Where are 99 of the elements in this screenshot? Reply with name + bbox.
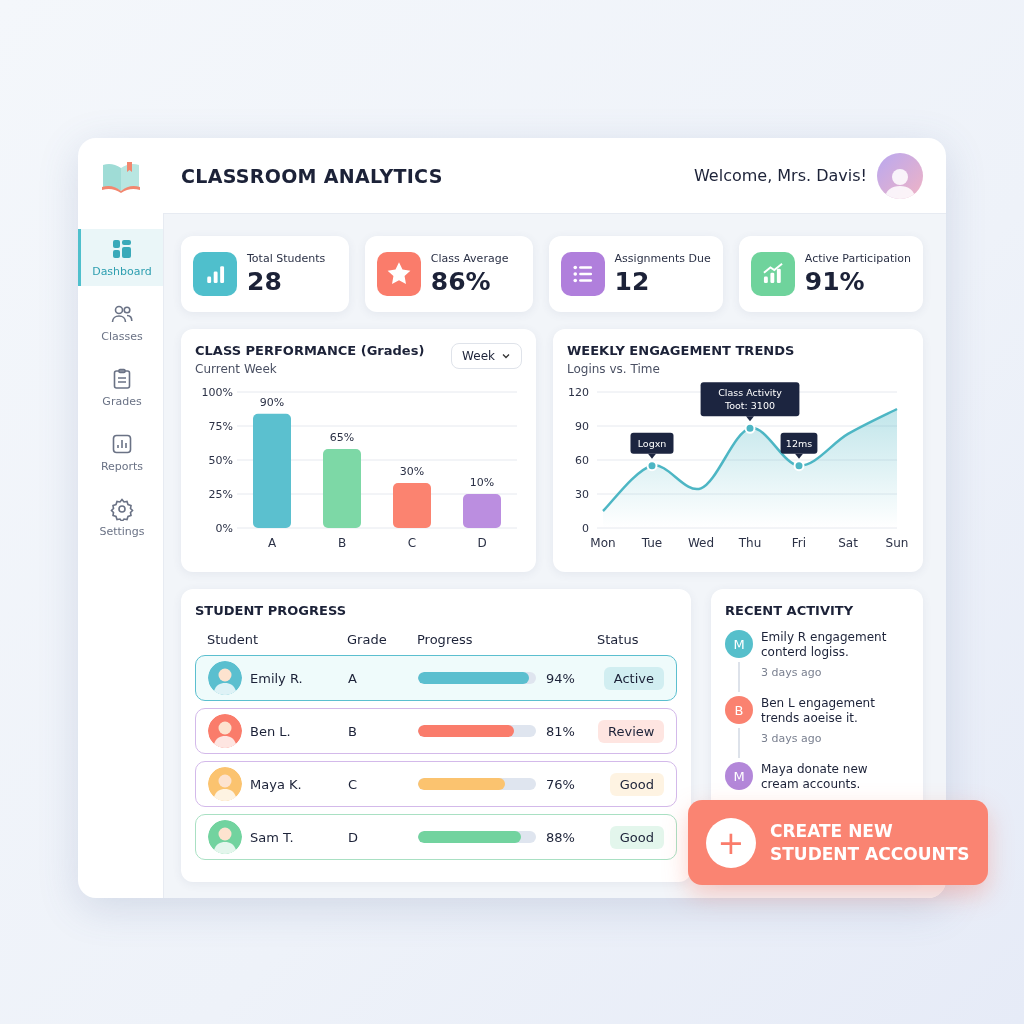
column-header: Progress bbox=[417, 632, 474, 647]
progress-percent: 76% bbox=[546, 776, 575, 792]
status-badge: Active bbox=[603, 666, 664, 690]
student-avatar bbox=[208, 714, 242, 748]
axis-label: 75% bbox=[208, 420, 233, 433]
dashboard-grid-icon bbox=[110, 237, 134, 261]
axis-label: 90 bbox=[575, 420, 589, 433]
bar bbox=[463, 494, 501, 528]
chart-title: CLASS PERFORMANCE (Grades) bbox=[195, 343, 425, 358]
student-row[interactable]: Maya K. C 76% Good bbox=[195, 761, 677, 807]
axis-label: 60 bbox=[575, 454, 589, 467]
column-header: Student bbox=[207, 632, 260, 647]
data-point bbox=[646, 460, 658, 472]
chart-title: WEEKLY ENGAGEMENT TRENDS bbox=[567, 343, 796, 358]
activity-avatar: B bbox=[725, 696, 753, 724]
stat-value: 12 bbox=[614, 267, 651, 296]
value-label: 10% bbox=[469, 476, 495, 489]
bar-chart-icon bbox=[110, 432, 134, 456]
student-name: Emily R. bbox=[250, 670, 303, 686]
axis-label: A bbox=[267, 536, 277, 550]
student-row[interactable]: Ben L. B 81% Review bbox=[195, 708, 677, 754]
student-name: Sam T. bbox=[250, 829, 294, 845]
axis-label: Tue bbox=[641, 536, 663, 550]
column-header: Status bbox=[597, 632, 640, 647]
week-dropdown[interactable]: Week bbox=[451, 343, 522, 369]
axis-label: 30 bbox=[575, 488, 589, 501]
axis-label: 0 bbox=[582, 522, 589, 535]
annotation: Logxn bbox=[637, 437, 667, 449]
student-name: Ben L. bbox=[250, 723, 291, 739]
grade-cell-text: D bbox=[348, 829, 359, 845]
data-point bbox=[793, 460, 805, 472]
activity-text: Emily R engagement conterd logiss. bbox=[761, 630, 888, 660]
grade-cell-text: C bbox=[348, 776, 359, 792]
activity-avatar: M bbox=[725, 630, 753, 658]
stat-label: Class Average bbox=[430, 252, 509, 265]
student-avatar bbox=[208, 767, 242, 801]
annotation: Class Activity Toot: 3100 bbox=[718, 387, 783, 412]
tooltip: Logxn bbox=[630, 432, 674, 459]
welcome-text: Welcome, Mrs. Davis! bbox=[693, 166, 867, 185]
stat-value: 28 bbox=[247, 267, 283, 296]
value-label: 30% bbox=[399, 465, 425, 479]
data-point bbox=[744, 422, 756, 434]
progress-percent: 94% bbox=[546, 670, 575, 686]
grade-cell-text: A bbox=[348, 670, 358, 686]
activity-avatar: M bbox=[725, 762, 753, 790]
stat-value: 91% bbox=[804, 267, 866, 296]
activity-time: 3 days ago bbox=[761, 732, 823, 745]
axis-label: 0% bbox=[215, 522, 233, 535]
nav-item[interactable]: Classes bbox=[78, 294, 163, 351]
status-badge: Review bbox=[598, 719, 665, 743]
user-avatar[interactable] bbox=[877, 152, 923, 199]
axis-label: Sat bbox=[838, 536, 858, 550]
axis-label: 25% bbox=[208, 488, 233, 501]
student-row[interactable]: Emily R. A 94% Active bbox=[195, 655, 677, 701]
axis-label: Sun bbox=[885, 536, 909, 550]
status-badge: Good bbox=[609, 825, 664, 849]
stat-value: 86% bbox=[430, 267, 492, 296]
tooltip: Class Activity Toot: 3100 bbox=[700, 382, 800, 422]
nav-item[interactable]: Settings bbox=[78, 489, 163, 546]
value-label: 65% bbox=[329, 431, 355, 445]
activity-text: Ben L engagement trends aoeise it. bbox=[761, 696, 876, 726]
axis-label: Wed bbox=[687, 536, 715, 550]
axis-label: Fri bbox=[791, 536, 807, 550]
value-label: 90% bbox=[259, 395, 285, 409]
annotation: 12ms bbox=[785, 437, 813, 449]
nav-item[interactable]: Reports bbox=[78, 424, 163, 481]
axis-label: Mon bbox=[590, 536, 616, 550]
axis-label: 120 bbox=[568, 386, 589, 399]
student-row[interactable]: Sam T. D 88% Good bbox=[195, 814, 677, 860]
activity-time: 3 days ago bbox=[761, 666, 823, 679]
tooltip: 12ms bbox=[780, 432, 818, 459]
student-avatar bbox=[208, 661, 242, 695]
stat-label: Total Students bbox=[247, 252, 326, 265]
section-title: RECENT ACTIVITY bbox=[725, 603, 855, 618]
grade-cell-text: B bbox=[348, 723, 358, 739]
student-name: Maya K. bbox=[250, 776, 302, 792]
axis-label: D bbox=[477, 536, 487, 550]
nav-item[interactable]: Dashboard bbox=[78, 229, 163, 286]
axis-label: 100% bbox=[201, 386, 233, 399]
column-header: Grade bbox=[347, 632, 388, 647]
bar bbox=[393, 483, 431, 528]
progress-percent: 88% bbox=[546, 829, 575, 845]
axis-label: 50% bbox=[208, 454, 233, 467]
chart-subtitle: Logins vs. Time bbox=[567, 362, 661, 376]
settings-icon bbox=[110, 497, 134, 521]
progress-percent: 81% bbox=[546, 723, 575, 739]
activity-text: Maya donate new cream accounts. bbox=[761, 762, 869, 792]
axis-label: C bbox=[407, 536, 417, 550]
student-avatar bbox=[208, 820, 242, 854]
section-title: STUDENT PROGRESS bbox=[195, 603, 348, 618]
chart-subtitle: Current Week bbox=[195, 362, 278, 376]
nav-item[interactable]: Grades bbox=[78, 359, 163, 416]
stat-label: Assignments Due bbox=[614, 252, 711, 265]
chevron-down-icon bbox=[501, 351, 511, 361]
status-badge: Good bbox=[609, 772, 664, 796]
stat-label: Active Participation bbox=[804, 252, 911, 265]
axis-label: B bbox=[337, 536, 347, 550]
axis-label: Thu bbox=[738, 536, 762, 550]
app-title: CLASSROOM ANALYTICS bbox=[181, 164, 443, 187]
